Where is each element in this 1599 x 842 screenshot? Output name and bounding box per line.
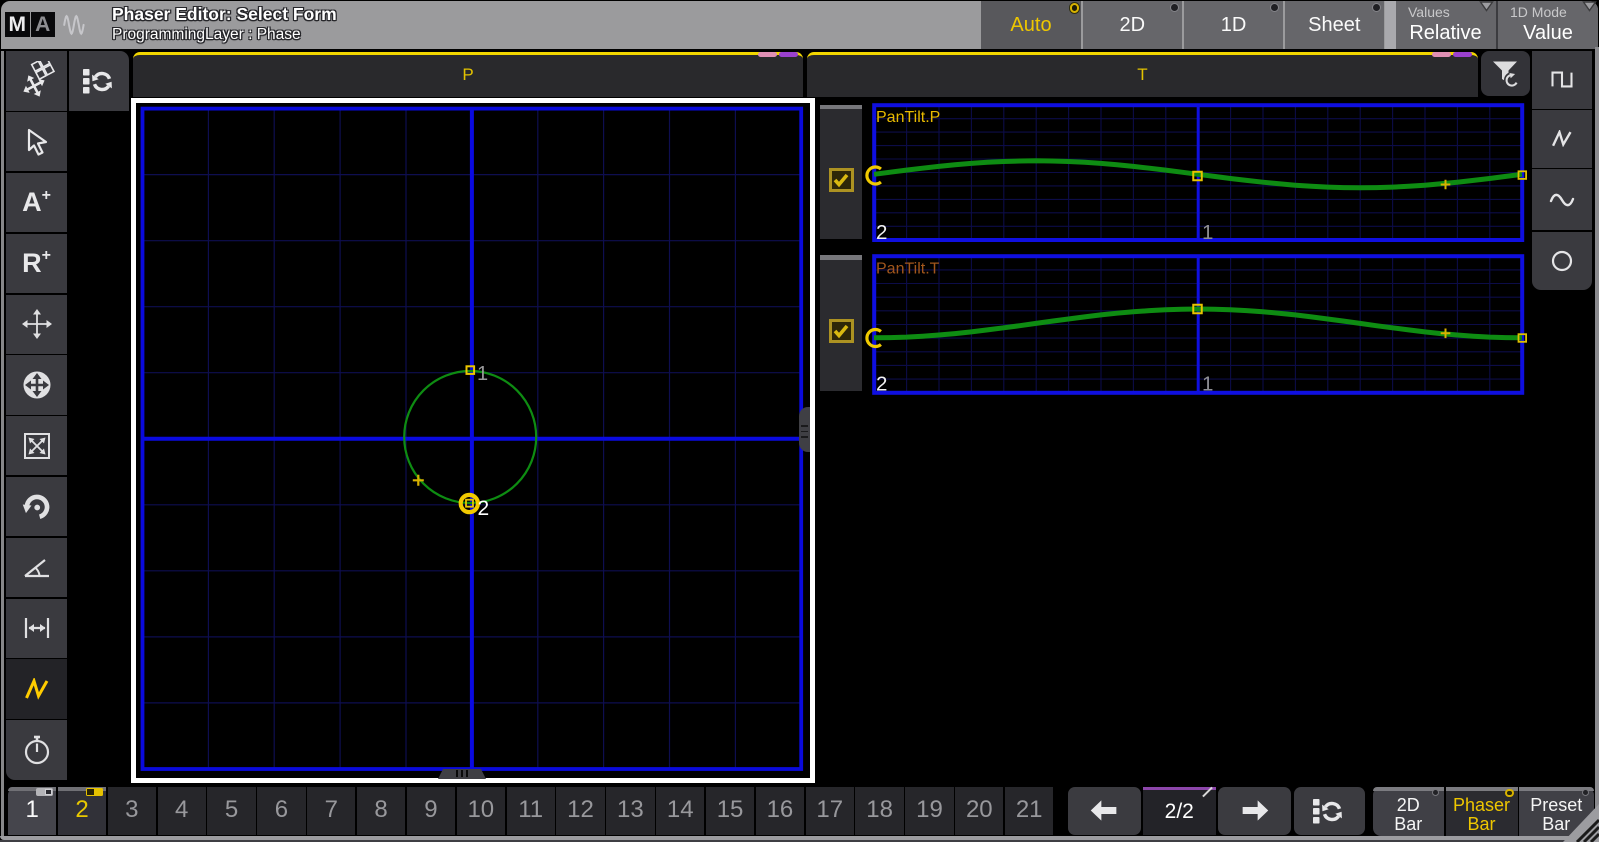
svg-text:PanTilt.T: PanTilt.T [876, 260, 940, 277]
svg-text:1: 1 [1202, 372, 1213, 395]
svg-text:2: 2 [478, 497, 490, 520]
svg-text:2: 2 [876, 221, 887, 244]
svg-text:PanTilt.P: PanTilt.P [876, 109, 940, 126]
svg-text:1: 1 [477, 363, 488, 385]
svg-text:1: 1 [1202, 221, 1213, 244]
svg-text:2: 2 [876, 372, 887, 395]
